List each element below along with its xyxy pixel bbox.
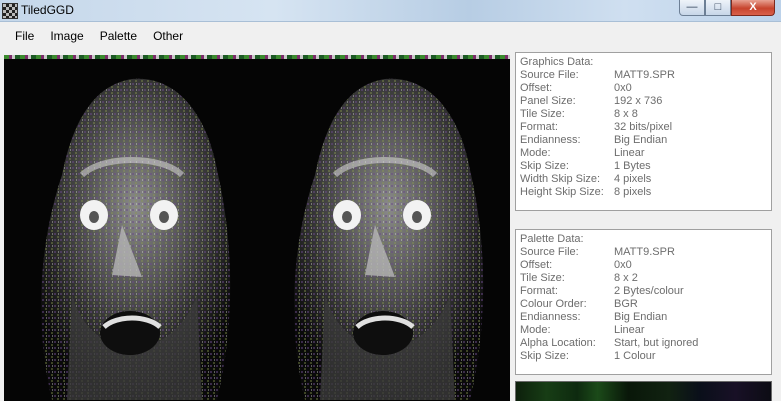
row-label: Offset:	[520, 259, 553, 271]
row-label: Width Skip Size:	[520, 173, 601, 185]
row-label: Skip Size:	[520, 350, 569, 362]
graphics-data-heading: Graphics Data:	[520, 56, 594, 68]
sprite-image-right	[265, 65, 501, 401]
palette-row-format: Format: 2 Bytes/colour	[520, 285, 771, 298]
row-label: Tile Size:	[520, 272, 565, 284]
maximize-button[interactable]: □	[705, 0, 731, 16]
row-value: 192 x 736	[614, 95, 663, 107]
row-value: 2 Bytes/colour	[614, 285, 684, 297]
window-title: TiledGGD	[21, 3, 74, 17]
row-value: 8 x 2	[614, 272, 638, 284]
palette-row-tile-size: Tile Size: 8 x 2	[520, 272, 771, 285]
graphics-row-tile-size: Tile Size: 8 x 8	[520, 108, 771, 121]
row-value: Linear	[614, 324, 645, 336]
row-value: Linear	[614, 147, 645, 159]
title-bar: TiledGGD — □ X	[0, 0, 781, 22]
graphics-row-source-file: Source File: MATT9.SPR	[520, 69, 771, 82]
row-label: Format:	[520, 285, 558, 297]
row-label: Panel Size:	[520, 95, 576, 107]
row-value: 4 pixels	[614, 173, 652, 185]
graphics-row-format: Format: 32 bits/pixel	[520, 121, 771, 134]
menu-file[interactable]: File	[7, 24, 42, 48]
row-value: 0x0	[614, 259, 632, 271]
menu-bar: File Image Palette Other	[0, 24, 781, 48]
row-label: Source File:	[520, 69, 579, 81]
graphics-row-offset: Offset: 0x0	[520, 82, 771, 95]
menu-image[interactable]: Image	[42, 24, 91, 48]
menu-other[interactable]: Other	[145, 24, 191, 48]
palette-row-source-file: Source File: MATT9.SPR	[520, 246, 771, 259]
canvas-noise-stripe	[4, 55, 510, 59]
palette-row-offset: Offset: 0x0	[520, 259, 771, 272]
graphics-canvas[interactable]	[4, 55, 510, 401]
graphics-row-height-skip-size: Height Skip Size: 8 pixels	[520, 186, 771, 199]
row-value: 8 pixels	[614, 186, 652, 198]
graphics-row-width-skip-size: Width Skip Size: 4 pixels	[520, 173, 771, 186]
row-value: Start, but ignored	[614, 337, 699, 349]
row-label: Endianness:	[520, 134, 581, 146]
row-value: Big Endian	[614, 134, 668, 146]
palette-data-panel: Palette Data: Source File: MATT9.SPR Offs…	[515, 229, 772, 375]
row-value: 1 Bytes	[614, 160, 651, 172]
menu-palette[interactable]: Palette	[92, 24, 145, 48]
minimize-button[interactable]: —	[679, 0, 705, 16]
row-label: Colour Order:	[520, 298, 587, 310]
row-value: BGR	[614, 298, 638, 310]
palette-row-mode: Mode: Linear	[520, 324, 771, 337]
row-value: 32 bits/pixel	[614, 121, 673, 133]
close-button[interactable]: X	[731, 0, 775, 16]
sprite-image-left	[12, 65, 248, 401]
palette-row-endianness: Endianness: Big Endian	[520, 311, 771, 324]
row-label: Alpha Location:	[520, 337, 596, 349]
row-label: Endianness:	[520, 311, 581, 323]
row-value: MATT9.SPR	[614, 246, 675, 258]
row-label: Tile Size:	[520, 108, 565, 120]
graphics-row-endianness: Endianness: Big Endian	[520, 134, 771, 147]
row-label: Source File:	[520, 246, 579, 258]
graphics-row-panel-size: Panel Size: 192 x 736	[520, 95, 771, 108]
row-value: 8 x 8	[614, 108, 638, 120]
row-value: 0x0	[614, 82, 632, 94]
row-label: Height Skip Size:	[520, 186, 604, 198]
row-value: MATT9.SPR	[614, 69, 675, 81]
palette-row-skip-size: Skip Size: 1 Colour	[520, 350, 771, 363]
window-controls: — □ X	[679, 0, 775, 17]
graphics-data-panel: Graphics Data: Source File: MATT9.SPR Off…	[515, 52, 772, 211]
app-icon	[2, 3, 18, 19]
row-label: Offset:	[520, 82, 553, 94]
palette-data-heading: Palette Data:	[520, 233, 584, 245]
palette-preview[interactable]	[515, 381, 772, 401]
row-value: Big Endian	[614, 311, 668, 323]
row-label: Mode:	[520, 147, 551, 159]
palette-row-colour-order: Colour Order: BGR	[520, 298, 771, 311]
row-label: Format:	[520, 121, 558, 133]
graphics-row-skip-size: Skip Size: 1 Bytes	[520, 160, 771, 173]
row-label: Mode:	[520, 324, 551, 336]
palette-row-alpha-location: Alpha Location: Start, but ignored	[520, 337, 771, 350]
graphics-row-mode: Mode: Linear	[520, 147, 771, 160]
row-label: Skip Size:	[520, 160, 569, 172]
row-value: 1 Colour	[614, 350, 656, 362]
